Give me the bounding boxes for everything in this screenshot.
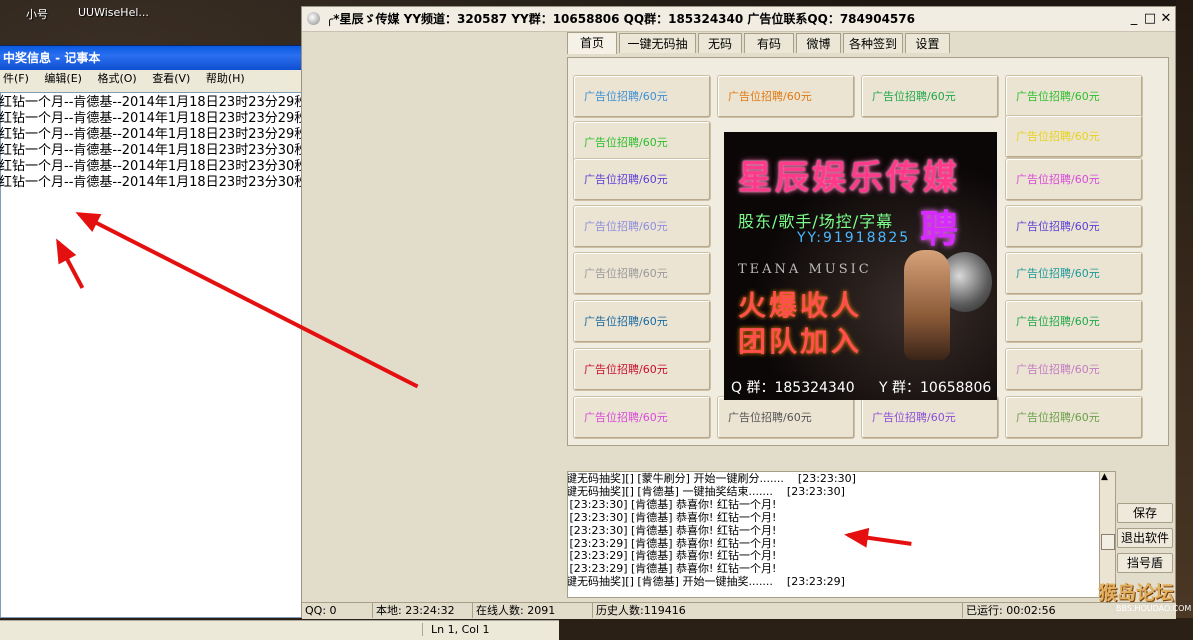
ad-slot-button[interactable]: 广告位招聘/60元 (573, 252, 711, 295)
status-uptime: 已运行: 00:02:56 (962, 603, 1056, 618)
status-online: 在线人数: 2091 (472, 603, 555, 618)
desktop-icon-label[interactable]: 小号 (26, 6, 48, 22)
tab-no-code[interactable]: 无码 (698, 33, 742, 53)
tab-checkins[interactable]: 各种签到 (843, 33, 903, 53)
log-line: [23:23:30] [肯德基] 恭喜你! 红钻一个月! (567, 523, 777, 537)
scroll-thumb[interactable] (1101, 534, 1115, 550)
ad-slot-button[interactable]: 广告位招聘/60元 (1005, 205, 1143, 248)
ad-slot-button[interactable]: 广告位招聘/60元 (573, 300, 711, 343)
log-line: 键无码抽奖][] [蒙牛刷分] 开始一键刷分....... [23:23:30] (567, 472, 856, 485)
ad-slot-button[interactable]: 广告位招聘/60元 (573, 396, 711, 439)
notepad-title: 中奖信息 - 记事本 (3, 51, 101, 65)
save-button[interactable]: 保存 (1117, 503, 1173, 523)
notepad-statusbar: Ln 1, Col 1 (0, 620, 559, 640)
log-line: [23:23:30] [肯德基] 恭喜你! 红钻一个月! (567, 510, 777, 524)
tab-one-click-lottery[interactable]: 一键无码抽奖 (619, 33, 696, 71)
tab-with-code[interactable]: 有码 (744, 33, 794, 53)
log-line: [23:23:30] [肯德基] 恭喜你! 红钻一个月! (567, 497, 777, 511)
scroll-up-icon[interactable]: ▲ (1101, 472, 1108, 482)
notepad-line: 红钻一个月--肯德基--2014年1月18日23时23分30秒 (0, 159, 308, 174)
shield-button[interactable]: 挡号盾 (1117, 553, 1173, 573)
menu-edit[interactable]: 编辑(E) (44, 72, 82, 85)
ad-slot-button[interactable]: 广告位招聘/60元 (1005, 75, 1143, 118)
status-local-time: 本地: 23:24:32 (372, 603, 455, 618)
banner-title: 星辰娱乐传媒 (738, 158, 960, 198)
app-title: ╭*星辰ゞ传媒 YY频道：320587 YY群：10658806 QQ群：185… (326, 12, 915, 26)
menu-format[interactable]: 格式(O) (97, 72, 136, 85)
ad-slot-button[interactable]: 广告位招聘/60元 (573, 205, 711, 248)
cursor-position: Ln 1, Col 1 (422, 623, 490, 636)
banner-team: 团队加入 (738, 325, 863, 358)
forum-watermark: 猴岛论坛 (1098, 582, 1175, 604)
ad-slot-button[interactable]: 广告位招聘/60元 (717, 396, 855, 439)
notepad-line: 红钻一个月--肯德基--2014年1月18日23时23分29秒 (0, 127, 308, 142)
ad-slot-button[interactable]: 广告位招聘/60元 (861, 396, 999, 439)
singer-image (904, 250, 950, 360)
ad-slot-button[interactable]: 广告位招聘/60元 (573, 158, 711, 201)
ad-slot-button[interactable]: 广告位招聘/60元 (1005, 252, 1143, 295)
app-statusbar: QQ: 0 本地: 23:24:32 在线人数: 2091 历史人数:11941… (302, 602, 1176, 619)
ad-slot-button[interactable]: 广告位招聘/60元 (1005, 348, 1143, 391)
forum-watermark-url: BBS.HOUDAO.COM (1116, 604, 1192, 613)
ad-slot-button[interactable]: 广告位招聘/60元 (573, 75, 711, 118)
tab-home[interactable]: 首页 (567, 32, 617, 54)
notepad-line: 红钻一个月--肯德基--2014年1月18日23时23分30秒 (0, 175, 308, 190)
tab-settings[interactable]: 设置 (905, 33, 950, 53)
log-line: 键无码抽奖][] [肯德基] 一键抽奖结束....... [23:23:30] (567, 484, 845, 498)
log-output[interactable]: 键无码抽奖][] [蒙牛刷分] 开始一键刷分....... [23:23:30]… (567, 471, 1116, 598)
close-button[interactable]: ✕ (1156, 7, 1176, 31)
notepad-lines: 红钻一个月--肯德基--2014年1月18日23时23分29秒 红钻一个月--肯德… (0, 95, 307, 191)
ad-slot-button[interactable]: 广告位招聘/60元 (1005, 396, 1143, 439)
promo-banner[interactable]: 星辰娱乐传媒 股东/歌手/场控/字幕 聘 YY:91918825 TEANA M… (724, 132, 997, 400)
banner-recruit: 聘 (920, 207, 959, 251)
status-qq: QQ: 0 (305, 604, 337, 617)
menu-file[interactable]: 件(F) (3, 72, 29, 85)
banner-yy: YY:91918825 (797, 230, 911, 246)
ad-slot-button[interactable]: 广告位招聘/60元 (1005, 158, 1143, 201)
app-titlebar[interactable]: ╭*星辰ゞ传媒 YY频道：320587 YY群：10658806 QQ群：185… (302, 7, 1175, 32)
notepad-line: 红钻一个月--肯德基--2014年1月18日23时23分29秒 (0, 111, 308, 126)
ad-slot-button[interactable]: 广告位招聘/60元 (1005, 300, 1143, 343)
ad-slot-button[interactable]: 广告位招聘/60元 (717, 75, 855, 118)
ad-slot-button[interactable]: 广告位招聘/60元 (861, 75, 999, 118)
app-icon (307, 12, 320, 25)
notepad-line: 红钻一个月--肯德基--2014年1月18日23时23分30秒 (0, 143, 308, 158)
exit-button[interactable]: 退出软件 (1117, 528, 1173, 548)
log-line: 键无码抽奖][] [肯德基] 开始一键抽奖....... [23:23:29] (567, 575, 845, 589)
banner-qq-group: Q 群：185324340 (731, 380, 855, 396)
notepad-line: 红钻一个月--肯德基--2014年1月18日23时23分29秒 (0, 95, 308, 110)
ad-slot-button[interactable]: 广告位招聘/60元 (573, 348, 711, 391)
desktop-edge (1176, 0, 1193, 618)
banner-yy-group: Y 群：10658806 (879, 380, 992, 396)
menu-view[interactable]: 查看(V) (152, 72, 190, 85)
log-lines: 键无码抽奖][] [蒙牛刷分] 开始一键刷分....... [23:23:30]… (567, 472, 856, 589)
desktop-icon-label[interactable]: UUWiseHel... (78, 6, 149, 19)
ad-slot-button[interactable]: 广告位招聘/60元 (1005, 115, 1143, 158)
banner-subtitle: 股东/歌手/场控/字幕 (738, 212, 894, 231)
banner-logo-text: TEANA MUSIC (738, 262, 872, 277)
status-history: 历史人数:119416 (592, 603, 686, 618)
tab-weibo[interactable]: 微博 (796, 33, 841, 53)
banner-hot: 火爆收人 (738, 289, 863, 322)
menu-help[interactable]: 帮助(H) (206, 72, 245, 85)
